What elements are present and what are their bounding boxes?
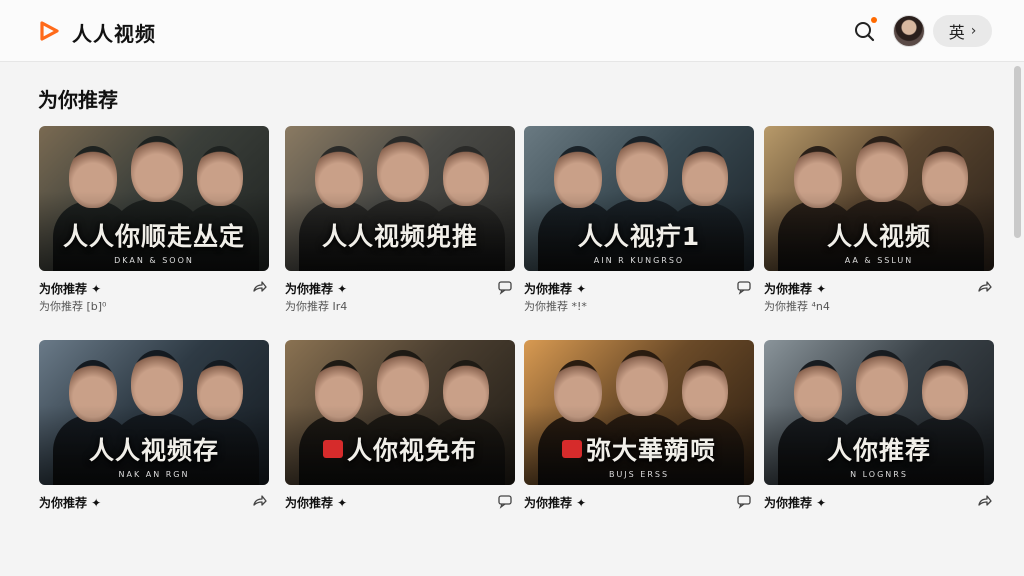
video-card[interactable]: 人人你顺走丛定 DKAN & SOON 为你推荐 ✦ 为你推荐 [b]⁰ xyxy=(39,126,269,313)
video-meta: 为你推荐 ✦ 为你推荐 ⁴n4 xyxy=(764,271,994,313)
play-logo-icon[interactable] xyxy=(38,20,60,42)
thumbnail-title: 人你推荐 xyxy=(764,431,994,467)
video-title[interactable]: 为你推荐 ✦ xyxy=(764,280,826,297)
red-badge-icon xyxy=(322,440,343,458)
video-thumbnail[interactable]: 人人视频存 NAK AN RGN xyxy=(39,340,269,485)
video-subtitle: 为你推荐 [b]⁰ xyxy=(39,300,107,313)
thumbnail-title-text: 人人视频存 xyxy=(88,436,219,465)
thumbnail-title: 人你视免布 xyxy=(285,431,515,467)
notification-dot xyxy=(871,17,877,23)
chevron-right-icon: › xyxy=(970,23,977,39)
video-title[interactable]: 为你推荐 ✦ xyxy=(764,494,826,511)
video-title[interactable]: 为你推荐 ✦ xyxy=(285,280,347,297)
video-title[interactable]: 为你推荐 ✦ xyxy=(285,494,347,511)
video-title[interactable]: 为你推荐 ✦ xyxy=(524,280,586,297)
video-meta: 为你推荐 ✦ xyxy=(764,485,994,525)
comment-icon[interactable] xyxy=(736,493,752,509)
thumbnail-subtitle: AIN R KUNGRSO xyxy=(593,256,685,265)
thumbnail-title-text: 人人视频兜推 xyxy=(321,222,478,251)
share-icon[interactable] xyxy=(251,493,267,509)
video-meta: 为你推荐 ✦ 为你推荐 Ir4 xyxy=(285,271,515,313)
video-thumbnail[interactable]: 弥大華蒴唝 BUJS ERSS xyxy=(524,340,754,485)
video-meta: 为你推荐 ✦ xyxy=(39,485,269,525)
video-card[interactable]: 人人视频存 NAK AN RGN 为你推荐 ✦ xyxy=(39,340,269,525)
language-label: 英 xyxy=(948,23,965,42)
video-card[interactable]: 人你推荐 N LOGNRS 为你推荐 ✦ xyxy=(764,340,994,525)
share-icon[interactable] xyxy=(976,493,992,509)
thumbnail-title-text: 人人视疔1 xyxy=(577,222,701,251)
avatar[interactable] xyxy=(893,15,925,47)
video-meta: 为你推荐 ✦ xyxy=(524,485,754,525)
video-subtitle: 为你推荐 ⁴n4 xyxy=(764,300,830,313)
thumbnail-title: 人人你顺走丛定 xyxy=(39,217,269,253)
thumbnail-subtitle: NAK AN RGN xyxy=(118,470,190,479)
video-thumbnail[interactable]: 人你视免布 xyxy=(285,340,515,485)
thumbnail-title: 人人视频兜推 xyxy=(285,217,515,253)
top-bar: 人人视频 英 › xyxy=(0,0,1024,62)
comment-icon[interactable] xyxy=(736,279,752,295)
video-thumbnail[interactable]: 人你推荐 N LOGNRS xyxy=(764,340,994,485)
language-switch-button[interactable]: 英 › xyxy=(933,15,992,47)
video-thumbnail[interactable]: 人人你顺走丛定 DKAN & SOON xyxy=(39,126,269,271)
thumbnail-title-text: 人你推荐 xyxy=(826,436,931,465)
video-card[interactable]: 弥大華蒴唝 BUJS ERSS 为你推荐 ✦ xyxy=(524,340,754,525)
comment-icon[interactable] xyxy=(497,279,513,295)
video-subtitle: 为你推荐 Ir4 xyxy=(285,300,348,313)
thumbnail-subtitle: DKAN & SOON xyxy=(114,256,194,265)
video-meta: 为你推荐 ✦ 为你推荐 *!* xyxy=(524,271,754,313)
share-icon[interactable] xyxy=(251,279,267,295)
video-meta: 为你推荐 ✦ xyxy=(285,485,515,525)
thumbnail-title-text: 人你视免布 xyxy=(346,436,477,465)
scrollbar[interactable] xyxy=(1012,64,1022,576)
section-title: 为你推荐 xyxy=(38,88,118,112)
thumbnail-subtitle: N LOGNRS xyxy=(850,470,908,479)
thumbnail-title: 人人视疔1 xyxy=(524,217,754,253)
thumbnail-title: 弥大華蒴唝 xyxy=(524,431,754,467)
video-meta: 为你推荐 ✦ 为你推荐 [b]⁰ xyxy=(39,271,269,313)
red-badge-icon xyxy=(561,440,582,458)
comment-icon[interactable] xyxy=(497,493,513,509)
video-card[interactable]: 人人视频 AA & SSLUN 为你推荐 ✦ 为你推荐 ⁴n4 xyxy=(764,126,994,313)
video-title[interactable]: 为你推荐 ✦ xyxy=(39,494,101,511)
thumbnail-title: 人人视频 xyxy=(764,217,994,253)
video-thumbnail[interactable]: 人人视频 AA & SSLUN xyxy=(764,126,994,271)
video-thumbnail[interactable]: 人人视疔1 AIN R KUNGRSO xyxy=(524,126,754,271)
thumbnail-subtitle: AA & SSLUN xyxy=(844,256,914,265)
thumbnail-title-text: 人人视频 xyxy=(826,222,931,251)
app-title[interactable]: 人人视频 xyxy=(72,18,156,47)
video-thumbnail[interactable]: 人人视频兜推 xyxy=(285,126,515,271)
video-card[interactable]: 人人视疔1 AIN R KUNGRSO 为你推荐 ✦ 为你推荐 *!* xyxy=(524,126,754,313)
thumbnail-title-text: 弥大華蒴唝 xyxy=(585,436,716,465)
thumbnail-title-text: 人人你顺走丛定 xyxy=(62,222,245,251)
share-icon[interactable] xyxy=(976,279,992,295)
video-card[interactable]: 人你视免布 为你推荐 ✦ xyxy=(285,340,515,525)
video-subtitle: 为你推荐 *!* xyxy=(524,300,587,313)
thumbnail-subtitle: BUJS ERSS xyxy=(608,470,670,479)
video-title[interactable]: 为你推荐 ✦ xyxy=(524,494,586,511)
video-title[interactable]: 为你推荐 ✦ xyxy=(39,280,101,297)
thumbnail-title: 人人视频存 xyxy=(39,431,269,467)
scrollbar-thumb[interactable] xyxy=(1014,66,1021,238)
video-card[interactable]: 人人视频兜推 为你推荐 ✦ 为你推荐 Ir4 xyxy=(285,126,515,313)
